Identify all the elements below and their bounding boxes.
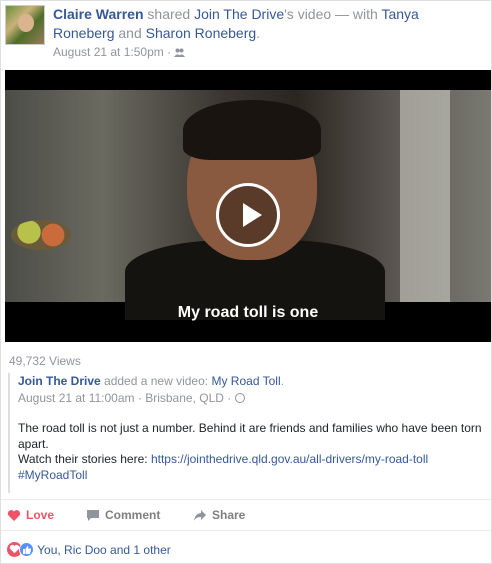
shared-period: . (280, 374, 284, 388)
like-reaction-icon (19, 542, 34, 557)
url-link[interactable]: https://jointhedrive.qld.gov.au/all-driv… (151, 452, 428, 466)
post-description: The road toll is not just a number. Behi… (18, 421, 483, 483)
love-button[interactable]: Love (7, 508, 54, 522)
video-player[interactable]: My road toll is one (5, 70, 491, 342)
location-link[interactable]: Brisbane, QLD (145, 391, 224, 405)
shared-separator: · (137, 391, 142, 405)
author-name-link[interactable]: Claire Warren (53, 6, 144, 22)
comment-label: Comment (105, 508, 161, 522)
play-icon[interactable] (216, 183, 280, 247)
heart-icon (7, 510, 21, 521)
author-avatar[interactable] (5, 5, 45, 45)
comment-icon (87, 510, 99, 521)
shared-text: shared (147, 6, 191, 22)
love-label: Love (26, 508, 55, 522)
person-hair (183, 100, 321, 160)
watch-text: Watch their stories here: (18, 452, 148, 466)
shared-post: Join The Drive added a new video: My Roa… (8, 373, 483, 493)
share-button[interactable]: Share (193, 508, 245, 522)
page-name-link[interactable]: Join The Drive (194, 6, 284, 22)
shared-separator-2: · (227, 391, 232, 405)
feed-post: Claire Warren shared Join The Drive's vi… (0, 0, 492, 564)
chair-back (400, 90, 450, 302)
share-arrow-icon (194, 510, 206, 521)
possessive-text: 's video — with (284, 6, 378, 22)
post-header: Claire Warren shared Join The Drive's vi… (5, 5, 483, 61)
period-text: . (256, 25, 261, 41)
globe-icon[interactable] (234, 393, 245, 403)
hashtag-link[interactable]: #MyRoadToll (18, 468, 87, 482)
video-title-link[interactable]: My Road Toll (211, 374, 280, 388)
friends-icon[interactable] (174, 46, 186, 57)
action-bar: Love Comment Share (1, 499, 491, 531)
tagged-user-link-2[interactable]: Sharon Roneberg (146, 25, 257, 41)
post-headline: Claire Warren shared Join The Drive's vi… (53, 5, 483, 43)
shared-headline: Join The Drive added a new video: My Roa… (18, 373, 483, 389)
comment-button[interactable]: Comment (86, 508, 160, 522)
description-text: The road toll is not just a number. Behi… (18, 421, 482, 451)
added-text: added a new video: (104, 374, 209, 388)
post-timestamp-link[interactable]: August 21 at 1:50pm (53, 45, 164, 59)
reaction-names[interactable]: You, Ric Doo and 1 other (37, 543, 171, 557)
meta-separator: · (167, 45, 172, 59)
video-caption: My road toll is one (177, 304, 319, 321)
and-text: and (118, 25, 142, 41)
post-meta: August 21 at 1:50pm · (53, 45, 186, 59)
shared-meta: August 21 at 11:00am · Brisbane, QLD · (18, 390, 483, 406)
shared-timestamp-link[interactable]: August 21 at 11:00am (18, 391, 135, 405)
reaction-summary[interactable]: You, Ric Doo and 1 other (7, 542, 171, 557)
shared-page-link[interactable]: Join The Drive (18, 374, 101, 388)
share-label: Share (212, 508, 246, 522)
fruit-bowl (11, 220, 71, 250)
view-count: 49,732 Views (9, 354, 81, 368)
